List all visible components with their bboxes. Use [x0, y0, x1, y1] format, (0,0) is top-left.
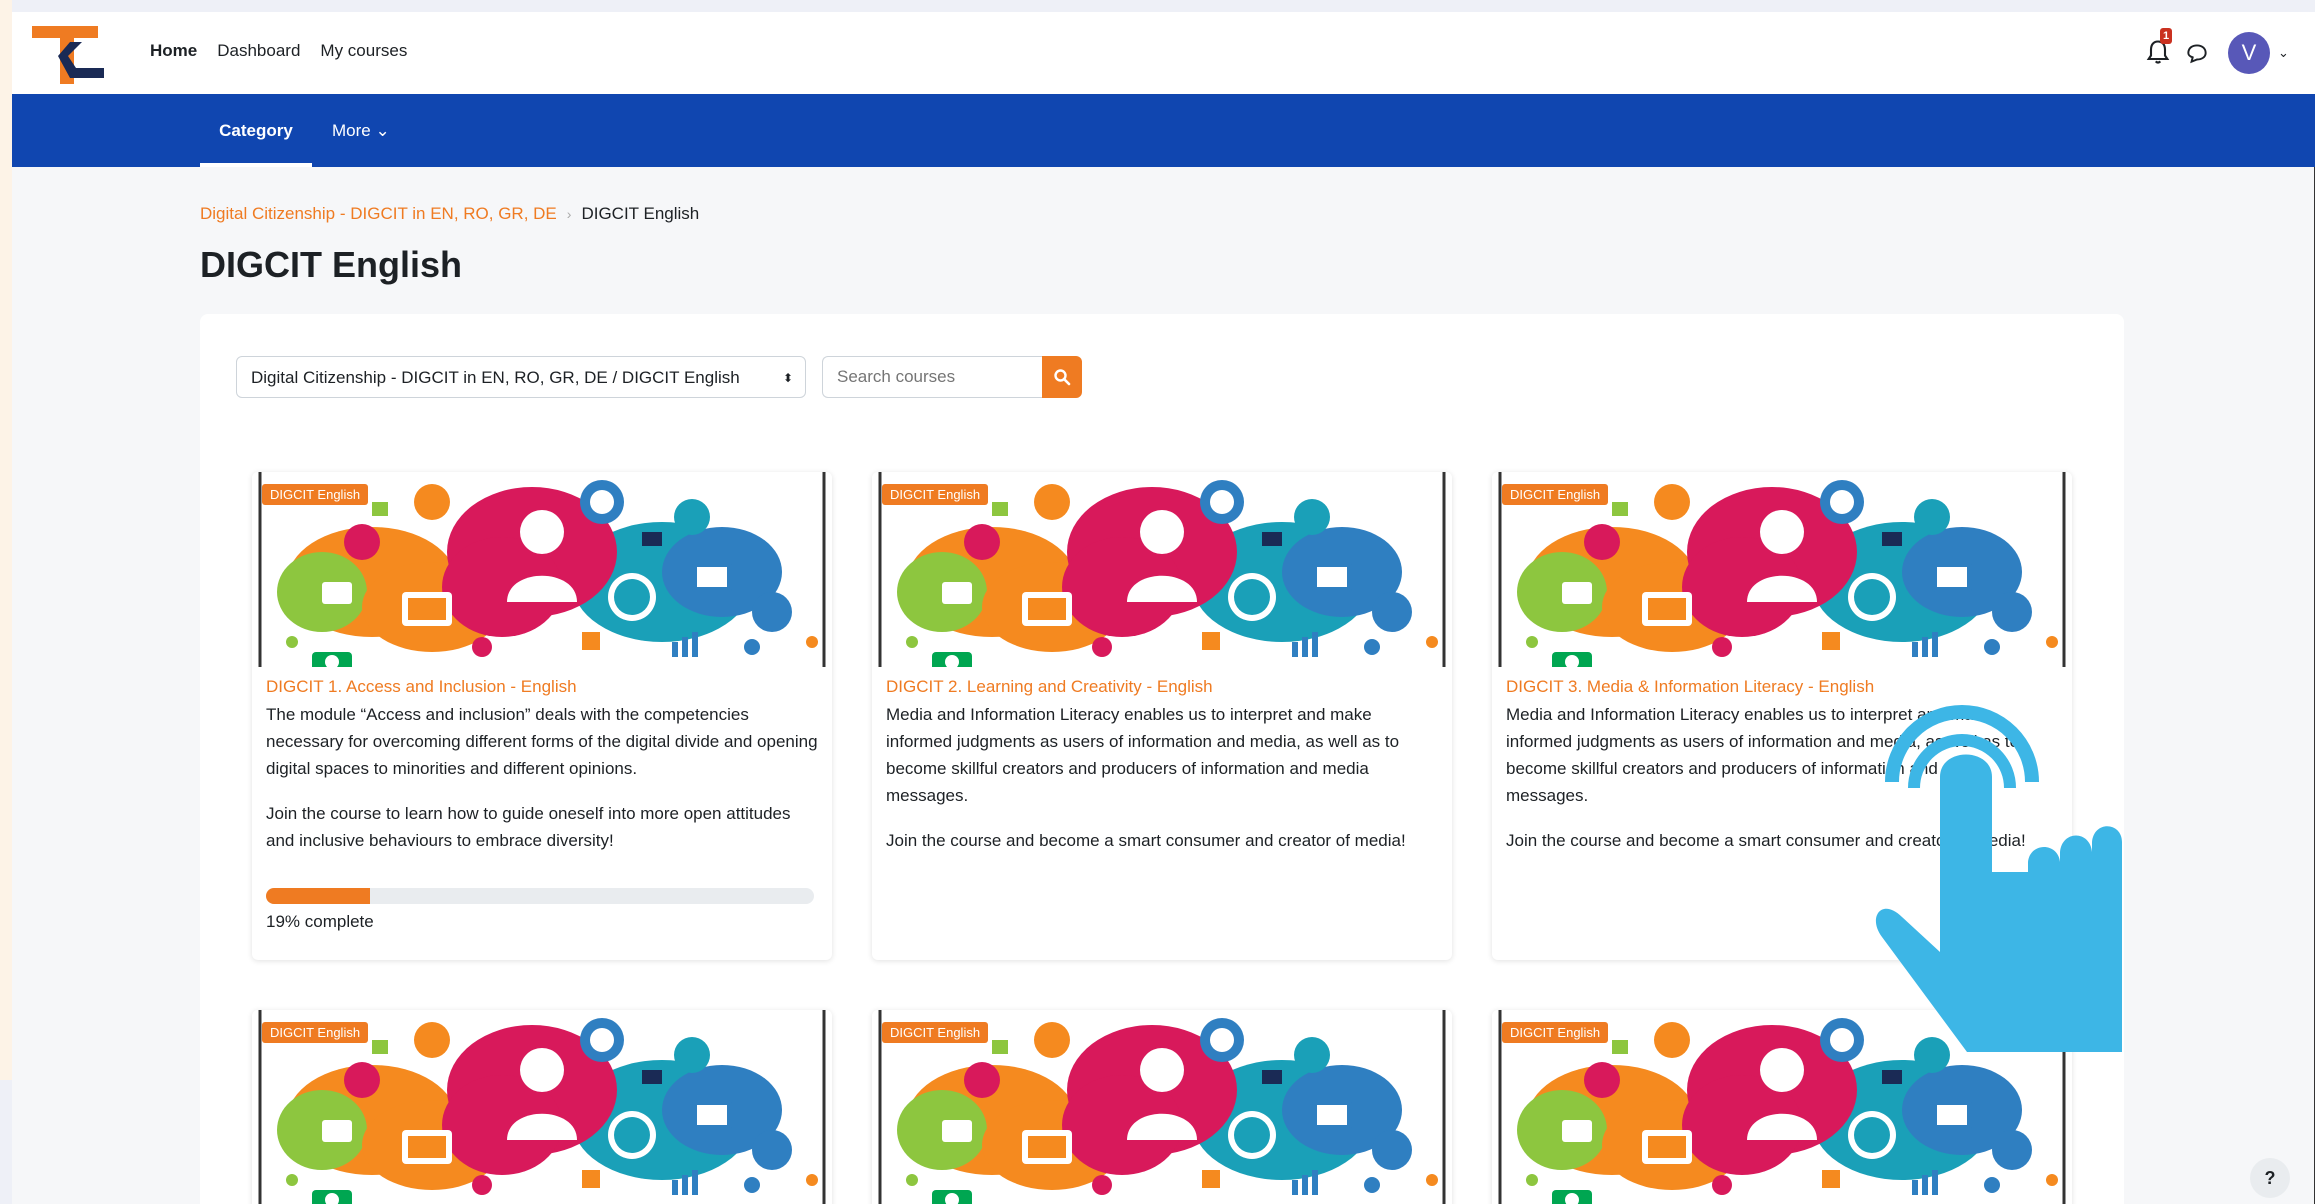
- course-category-tag: DIGCIT English: [882, 484, 989, 505]
- course-title-link[interactable]: DIGCIT 2. Learning and Creativity - Engl…: [886, 677, 1438, 697]
- tab-more[interactable]: More ⌄: [332, 94, 390, 167]
- primary-navigation: Home Dashboard My courses: [150, 36, 407, 66]
- nav-home[interactable]: Home: [150, 36, 197, 66]
- pointer-hand-icon: [1875, 705, 2122, 1052]
- course-image[interactable]: DIGCIT English: [252, 472, 832, 667]
- user-avatar[interactable]: V: [2228, 32, 2270, 74]
- browser-viewport: Home Dashboard My courses 1 V ⌄ Category…: [12, 12, 2315, 1204]
- tab-category[interactable]: Category: [200, 94, 312, 167]
- course-progress-bar: [266, 888, 814, 904]
- course-image[interactable]: DIGCIT English: [872, 1010, 1452, 1204]
- outer-left-edge: [0, 0, 12, 1080]
- course-join-text: Join the course and become a smart consu…: [886, 831, 1406, 850]
- course-description: The module “Access and inclusion” deals …: [266, 705, 818, 778]
- course-card[interactable]: DIGCIT English: [872, 1010, 1452, 1204]
- nav-my-courses[interactable]: My courses: [320, 36, 407, 66]
- course-title-link[interactable]: DIGCIT 3. Media & Information Literacy -…: [1506, 677, 2058, 697]
- course-card[interactable]: DIGCIT English DIGCIT 2. Learning and Cr…: [872, 472, 1452, 960]
- course-image[interactable]: DIGCIT English: [252, 1010, 832, 1204]
- breadcrumb: Digital Citizenship - DIGCIT in EN, RO, …: [200, 204, 699, 224]
- course-category-tag: DIGCIT English: [1502, 1022, 1609, 1043]
- search-button[interactable]: [1042, 356, 1082, 398]
- search-courses-input[interactable]: [822, 356, 1042, 398]
- page-title: DIGCIT English: [200, 244, 463, 285]
- breadcrumb-current: DIGCIT English: [581, 204, 700, 223]
- course-card[interactable]: DIGCIT English: [252, 1010, 832, 1204]
- course-progress-fill: [266, 888, 371, 904]
- search-icon: [1054, 369, 1071, 386]
- course-category-tag: DIGCIT English: [262, 484, 369, 505]
- nav-dashboard[interactable]: Dashboard: [217, 36, 300, 66]
- course-title-link[interactable]: DIGCIT 1. Access and Inclusion - English: [266, 677, 818, 697]
- user-menu-chevron-icon[interactable]: ⌄: [2278, 45, 2289, 61]
- secondary-navbar: Category More ⌄: [12, 94, 2315, 167]
- category-select-value: Digital Citizenship - DIGCIT in EN, RO, …: [251, 368, 740, 387]
- course-category-tag: DIGCIT English: [262, 1022, 369, 1043]
- breadcrumb-parent-link[interactable]: Digital Citizenship - DIGCIT in EN, RO, …: [200, 204, 557, 224]
- chat-icon[interactable]: [2184, 40, 2210, 66]
- course-join-text: Join the course to learn how to guide on…: [266, 804, 791, 850]
- help-button[interactable]: ?: [2250, 1158, 2290, 1198]
- select-arrows-icon: ⬍: [782, 371, 793, 385]
- course-image[interactable]: DIGCIT English: [1492, 472, 2072, 667]
- breadcrumb-separator: ›: [566, 206, 572, 222]
- course-progress-text: 19% complete: [266, 912, 374, 931]
- logo-icon[interactable]: [28, 20, 108, 90]
- course-image[interactable]: DIGCIT English: [872, 472, 1452, 667]
- top-navbar: Home Dashboard My courses 1 V ⌄: [12, 12, 2315, 94]
- notification-count-badge: 1: [2160, 28, 2172, 44]
- course-category-panel: Digital Citizenship - DIGCIT in EN, RO, …: [200, 314, 2124, 1204]
- category-select[interactable]: Digital Citizenship - DIGCIT in EN, RO, …: [236, 356, 806, 398]
- course-description: Media and Information Literacy enables u…: [886, 705, 1400, 805]
- course-card[interactable]: DIGCIT English DIGCIT 1. Access and Incl…: [252, 472, 832, 960]
- course-category-tag: DIGCIT English: [882, 1022, 989, 1043]
- course-category-tag: DIGCIT English: [1502, 484, 1609, 505]
